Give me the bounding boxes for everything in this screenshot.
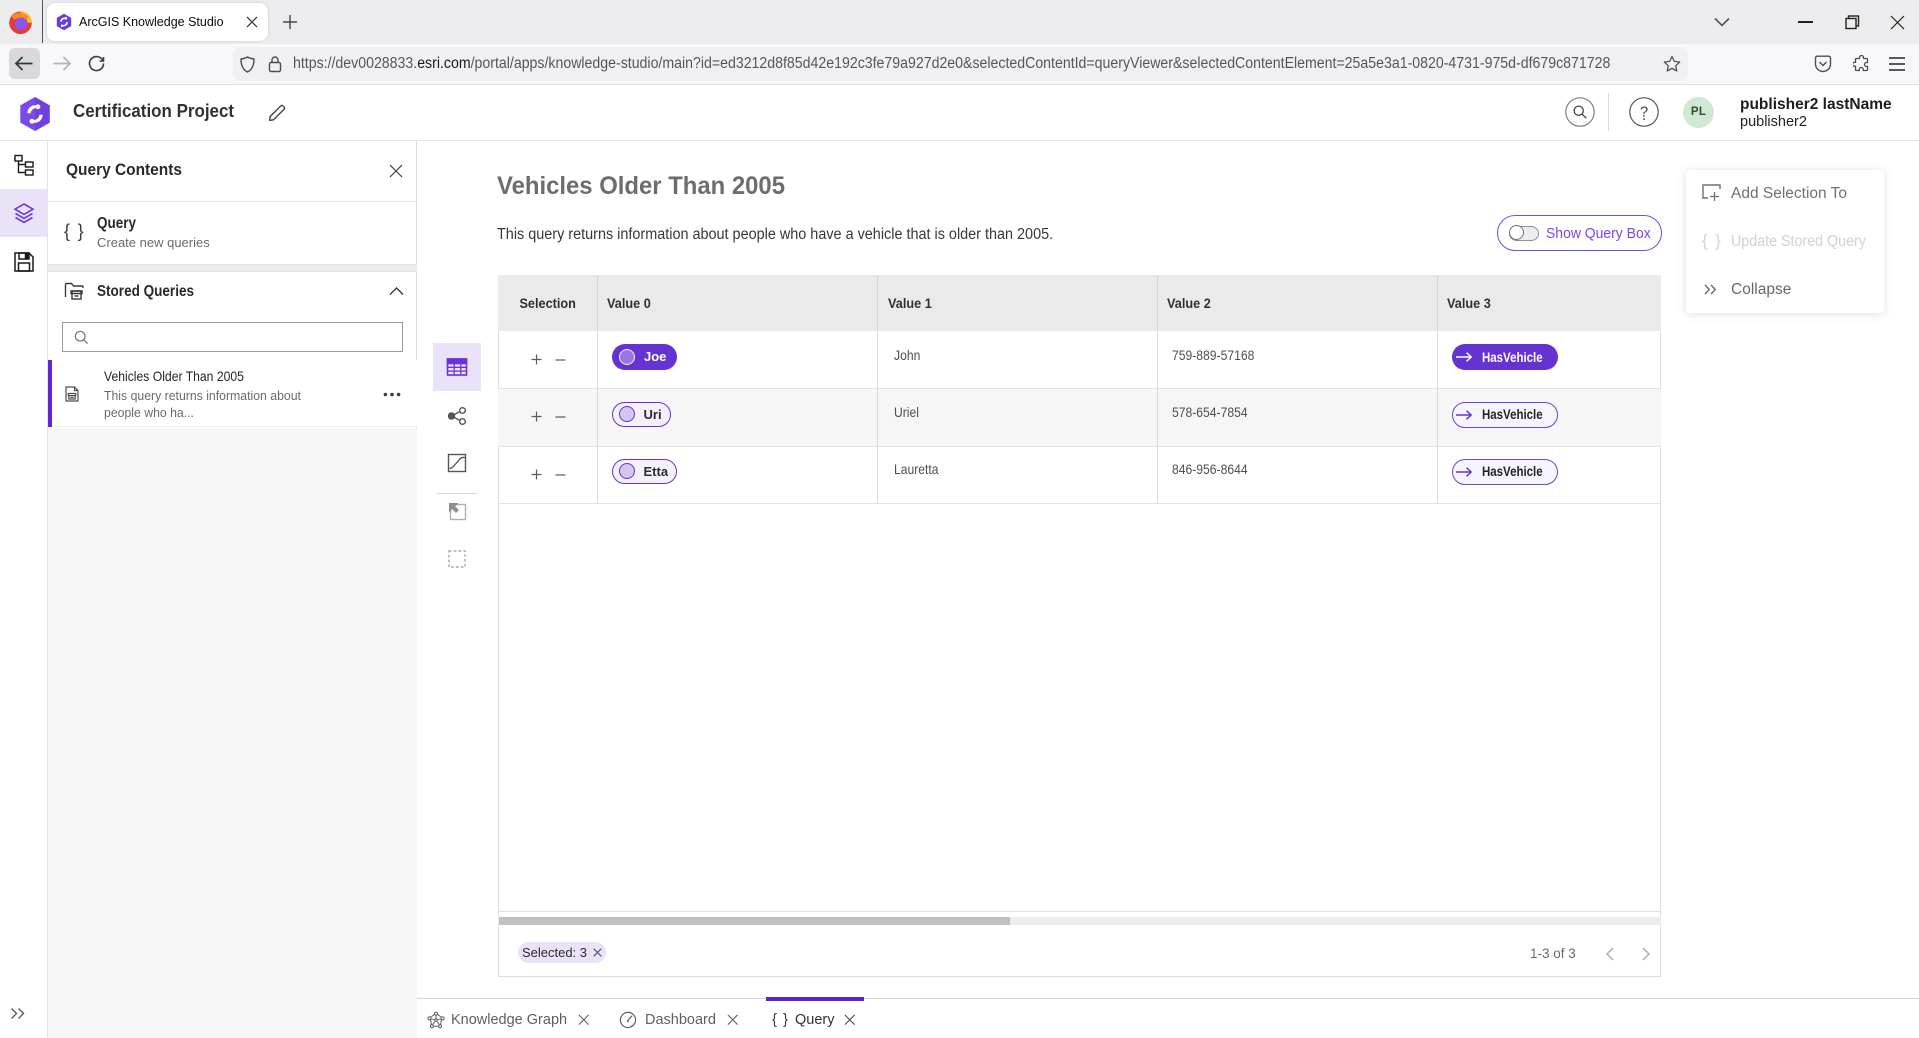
- svg-text:?: ?: [1640, 104, 1648, 121]
